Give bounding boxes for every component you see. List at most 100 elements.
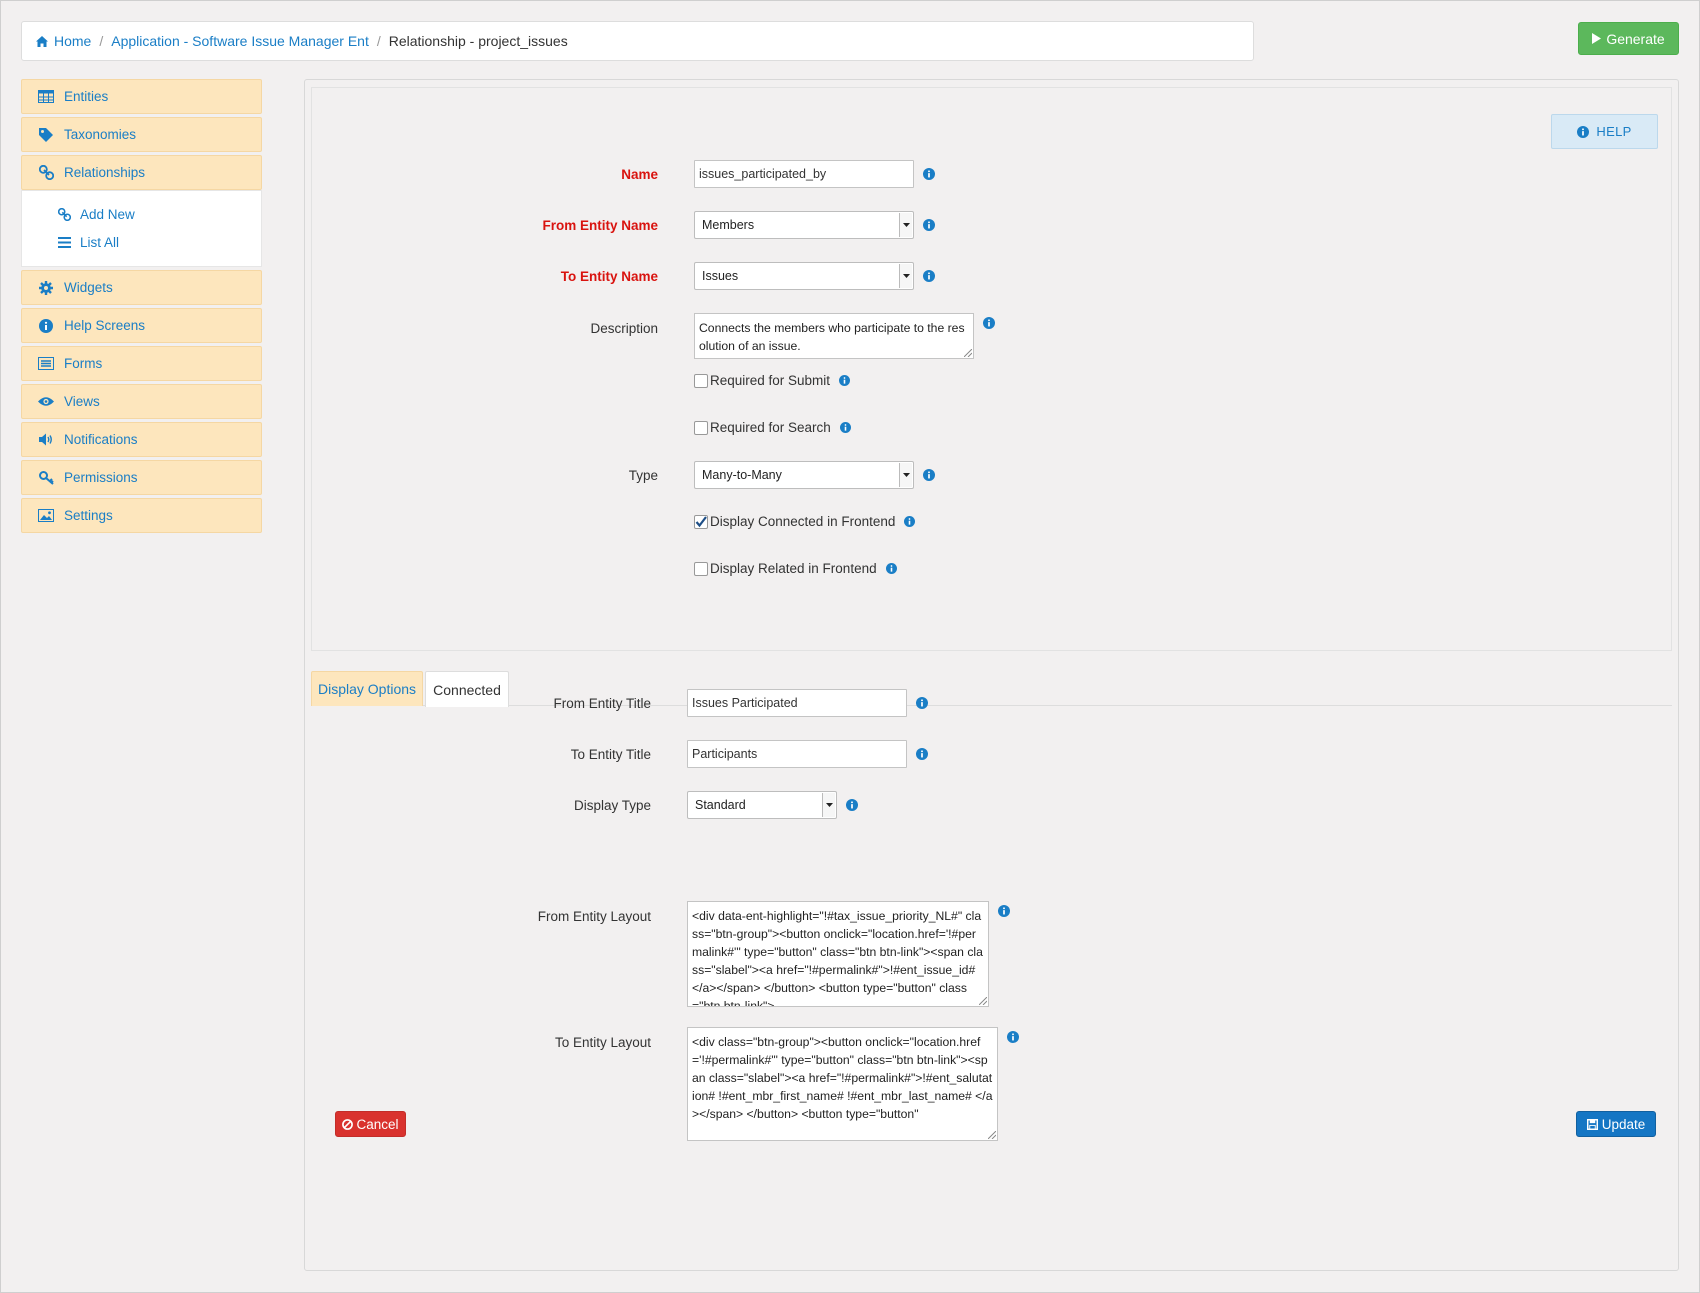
to-entity-select[interactable]: Issues bbox=[694, 262, 914, 290]
to-entity-value: Issues bbox=[702, 269, 739, 283]
to-entity-row: To Entity Name Issues bbox=[312, 262, 935, 290]
list-icon bbox=[56, 236, 72, 248]
from-title-label: From Entity Title bbox=[553, 695, 651, 711]
type-label: Type bbox=[628, 467, 658, 483]
sidebar-item-settings[interactable]: Settings bbox=[21, 498, 262, 533]
required-submit-checkbox[interactable]: Required for Submit bbox=[694, 373, 830, 388]
display-type-select[interactable]: Standard bbox=[687, 791, 837, 819]
info-icon bbox=[37, 318, 55, 333]
generate-button[interactable]: Generate bbox=[1578, 22, 1679, 55]
to-layout-textarea[interactable]: <div class="btn-group"><button onclick="… bbox=[687, 1027, 998, 1141]
sidebar-item-label: Forms bbox=[64, 356, 103, 371]
sidebar-item-label: Permissions bbox=[64, 470, 138, 485]
checkbox-box[interactable] bbox=[694, 373, 708, 388]
checkbox-box-checked[interactable] bbox=[694, 514, 708, 529]
from-title-row: From Entity Title bbox=[305, 689, 928, 717]
from-layout-textarea[interactable]: <div data-ent-highlight="!#tax_issue_pri… bbox=[687, 901, 989, 1007]
required-search-row: Required for Search bbox=[312, 420, 851, 435]
chevron-down-icon bbox=[899, 213, 912, 237]
main-panel: HELP Name From Entity Name Members To En bbox=[304, 79, 1679, 1271]
breadcrumb-app[interactable]: Application - Software Issue Manager Ent bbox=[111, 33, 369, 49]
info-icon[interactable] bbox=[904, 516, 916, 527]
form-icon bbox=[37, 357, 55, 370]
sidebar-item-views[interactable]: Views bbox=[21, 384, 262, 419]
breadcrumb-home-label: Home bbox=[54, 33, 92, 49]
link-icon bbox=[37, 165, 55, 180]
info-icon[interactable] bbox=[846, 799, 858, 811]
gear-icon bbox=[37, 280, 55, 295]
sidebar-item-forms[interactable]: Forms bbox=[21, 346, 262, 381]
info-icon[interactable] bbox=[839, 422, 851, 433]
info-icon[interactable] bbox=[998, 905, 1010, 917]
sidebar-item-entities[interactable]: Entities bbox=[21, 79, 262, 114]
sidebar-subitem-list-all[interactable]: List All bbox=[22, 228, 261, 256]
sidebar-item-notifications[interactable]: Notifications bbox=[21, 422, 262, 457]
sidebar-item-relationships[interactable]: Relationships bbox=[21, 155, 262, 190]
from-entity-label: From Entity Name bbox=[542, 217, 658, 233]
breadcrumb-separator: / bbox=[376, 33, 381, 49]
required-submit-label: Required for Submit bbox=[710, 373, 831, 388]
from-entity-select[interactable]: Members bbox=[694, 211, 914, 239]
to-title-label: To Entity Title bbox=[570, 746, 651, 762]
save-icon bbox=[1586, 1118, 1598, 1130]
info-icon[interactable] bbox=[916, 697, 928, 709]
description-label: Description bbox=[590, 321, 658, 336]
to-entity-label: To Entity Name bbox=[560, 268, 658, 284]
chevron-down-icon bbox=[822, 793, 835, 817]
required-search-checkbox[interactable]: Required for Search bbox=[694, 420, 831, 435]
required-submit-row: Required for Submit bbox=[312, 373, 851, 388]
name-input[interactable] bbox=[694, 160, 914, 188]
update-label: Update bbox=[1601, 1116, 1646, 1132]
help-button[interactable]: HELP bbox=[1551, 114, 1658, 149]
to-title-input[interactable] bbox=[687, 740, 907, 768]
sidebar-item-permissions[interactable]: Permissions bbox=[21, 460, 262, 495]
from-entity-row: From Entity Name Members bbox=[312, 211, 935, 239]
info-icon[interactable] bbox=[923, 270, 935, 282]
info-icon[interactable] bbox=[923, 469, 935, 481]
update-button[interactable]: Update bbox=[1576, 1111, 1656, 1137]
description-row: Description Connects the members who par… bbox=[312, 313, 995, 359]
checkbox-box[interactable] bbox=[694, 420, 708, 435]
sidebar-subitem-add-new[interactable]: Add New bbox=[22, 200, 261, 228]
display-related-checkbox[interactable]: Display Related in Frontend bbox=[694, 561, 877, 576]
sidebar-item-taxonomies[interactable]: Taxonomies bbox=[21, 117, 262, 152]
to-layout-row: To Entity Layout <div class="btn-group">… bbox=[305, 1027, 1019, 1141]
from-layout-value: <div data-ent-highlight="!#tax_issue_pri… bbox=[692, 909, 983, 1007]
sidebar-item-label: Taxonomies bbox=[64, 127, 137, 142]
sidebar-item-widgets[interactable]: Widgets bbox=[21, 270, 262, 305]
display-related-row: Display Related in Frontend bbox=[312, 561, 897, 576]
home-icon bbox=[36, 35, 48, 47]
display-connected-checkbox[interactable]: Display Connected in Frontend bbox=[694, 514, 895, 529]
display-connected-label: Display Connected in Frontend bbox=[710, 514, 896, 529]
chevron-down-icon bbox=[899, 463, 912, 487]
breadcrumb-home[interactable]: Home bbox=[36, 33, 91, 49]
breadcrumb: Home / Application - Software Issue Mana… bbox=[21, 21, 1254, 61]
from-layout-row: From Entity Layout <div data-ent-highlig… bbox=[305, 901, 1010, 1007]
info-icon[interactable] bbox=[1007, 1031, 1019, 1043]
checkbox-box[interactable] bbox=[694, 561, 708, 576]
eye-icon bbox=[37, 396, 55, 407]
to-layout-label: To Entity Layout bbox=[554, 1035, 651, 1050]
generate-label: Generate bbox=[1606, 30, 1665, 47]
from-title-input[interactable] bbox=[687, 689, 907, 717]
info-icon[interactable] bbox=[839, 375, 851, 386]
link-icon bbox=[56, 207, 72, 221]
display-connected-row: Display Connected in Frontend bbox=[312, 514, 916, 529]
info-icon[interactable] bbox=[923, 168, 935, 180]
sidebar-item-label: Views bbox=[64, 394, 100, 409]
info-icon[interactable] bbox=[885, 563, 897, 574]
info-icon[interactable] bbox=[923, 219, 935, 231]
info-icon[interactable] bbox=[916, 748, 928, 760]
sidebar-item-help-screens[interactable]: Help Screens bbox=[21, 308, 262, 343]
checkmark-icon bbox=[695, 515, 707, 527]
chevron-down-icon bbox=[899, 264, 912, 288]
name-row: Name bbox=[312, 160, 935, 188]
description-textarea[interactable]: Connects the members who participate to … bbox=[694, 313, 974, 359]
type-select[interactable]: Many-to-Many bbox=[694, 461, 914, 489]
cancel-button[interactable]: Cancel bbox=[335, 1111, 406, 1137]
info-icon[interactable] bbox=[983, 317, 995, 329]
to-layout-value: <div class="btn-group"><button onclick="… bbox=[692, 1035, 993, 1121]
breadcrumb-separator: / bbox=[99, 33, 104, 49]
sidebar-item-label: Settings bbox=[64, 508, 113, 523]
speaker-icon bbox=[37, 433, 55, 446]
